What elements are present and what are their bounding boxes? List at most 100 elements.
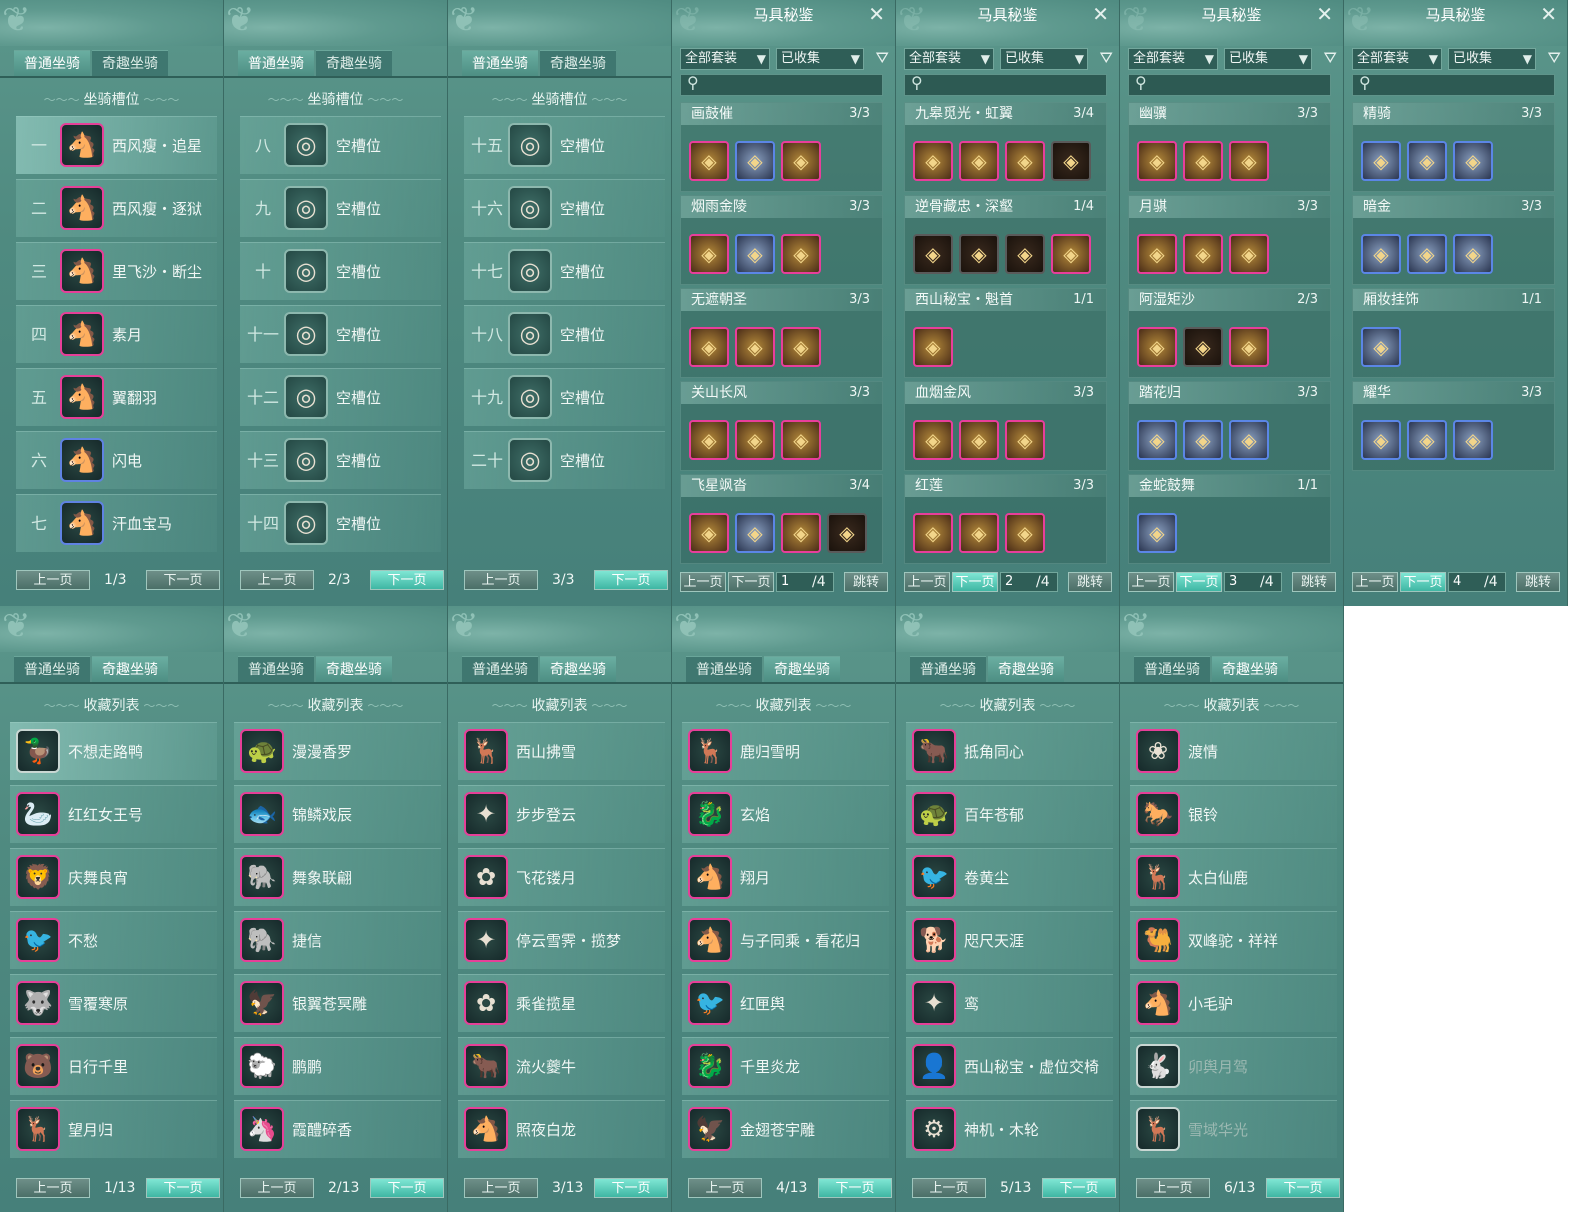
saddle-piece-icon[interactable]: ◈ xyxy=(959,141,999,181)
fun-mount-row[interactable]: 🐦 红匣舆 xyxy=(682,974,889,1032)
tab-normal-mounts[interactable]: 普通坐骑 xyxy=(14,656,90,683)
fun-mount-row[interactable]: 🦌 西山拂雪 xyxy=(458,722,665,780)
mount-slot-row[interactable]: 十 ◎ 空槽位 xyxy=(240,242,441,300)
saddle-piece-icon[interactable]: ◈ xyxy=(1453,141,1493,181)
set-filter-dropdown[interactable]: 全部套装 ▼ xyxy=(1352,48,1442,70)
fun-mount-row[interactable]: 🐉 千里炎龙 xyxy=(682,1037,889,1095)
saddle-piece-icon[interactable]: ◈ xyxy=(1137,234,1177,274)
fun-mount-row[interactable]: 🐴 翔月 xyxy=(682,848,889,906)
next-page-button[interactable]: 下一页 xyxy=(370,1178,444,1198)
saddle-piece-icon[interactable]: ◈ xyxy=(959,420,999,460)
saddle-piece-icon[interactable]: ◈ xyxy=(781,234,821,274)
collected-filter-dropdown[interactable]: 已收集 ▼ xyxy=(776,48,864,70)
saddle-piece-icon[interactable]: ◈ xyxy=(689,234,729,274)
fun-mount-row[interactable]: 🐦 卷黄尘 xyxy=(906,848,1113,906)
fun-mount-row[interactable]: 🐺 雪覆寒原 xyxy=(10,974,217,1032)
saddle-piece-icon[interactable]: ◈ xyxy=(1229,141,1269,181)
next-page-button[interactable]: 下一页 xyxy=(370,570,444,590)
prev-page-button[interactable]: 上一页 xyxy=(16,1178,90,1198)
prev-page-button[interactable]: 上一页 xyxy=(688,1178,762,1198)
tab-fun-mounts[interactable]: 奇趣坐骑 xyxy=(988,656,1064,683)
fun-mount-row[interactable]: 🐇 卯舆月驾 xyxy=(1130,1037,1337,1095)
saddle-piece-icon[interactable]: ◈ xyxy=(1361,141,1401,181)
tab-fun-mounts[interactable]: 奇趣坐骑 xyxy=(316,656,392,683)
saddle-piece-icon[interactable]: ◈ xyxy=(781,141,821,181)
fun-mount-row[interactable]: 🦌 太白仙鹿 xyxy=(1130,848,1337,906)
fun-mount-row[interactable]: 🐢 百年苍郁 xyxy=(906,785,1113,843)
fun-mount-row[interactable]: 🦌 鹿归雪明 xyxy=(682,722,889,780)
saddle-piece-icon[interactable]: ◈ xyxy=(1229,327,1269,367)
fun-mount-row[interactable]: 🐘 捷信 xyxy=(234,911,441,969)
saddle-piece-icon[interactable]: ◈ xyxy=(1183,141,1223,181)
close-icon[interactable]: ✕ xyxy=(1316,2,1333,26)
fun-mount-row[interactable]: ✦ 停云雪霁・揽梦 xyxy=(458,911,665,969)
saddle-piece-icon[interactable]: ◈ xyxy=(1137,420,1177,460)
saddle-piece-icon[interactable]: ◈ xyxy=(1407,420,1447,460)
set-filter-dropdown[interactable]: 全部套装 ▼ xyxy=(1128,48,1218,70)
saddle-piece-icon[interactable]: ◈ xyxy=(913,141,953,181)
tab-fun-mounts[interactable]: 奇趣坐骑 xyxy=(1212,656,1288,683)
next-page-button[interactable]: 下一页 xyxy=(952,572,998,592)
saddle-piece-icon[interactable]: ◈ xyxy=(1005,141,1045,181)
fun-mount-row[interactable]: 🐟 锦鳞戏辰 xyxy=(234,785,441,843)
mount-slot-row[interactable]: 十八 ◎ 空槽位 xyxy=(464,305,665,363)
saddle-piece-icon[interactable]: ◈ xyxy=(913,420,953,460)
fun-mount-row[interactable]: 🐫 双峰驼・祥祥 xyxy=(1130,911,1337,969)
fun-mount-row[interactable]: 🐑 鹏鹏 xyxy=(234,1037,441,1095)
prev-page-button[interactable]: 上一页 xyxy=(16,570,90,590)
mount-slot-row[interactable]: 十六 ◎ 空槽位 xyxy=(464,179,665,237)
fun-mount-row[interactable]: ✦ 鸾 xyxy=(906,974,1113,1032)
close-icon[interactable]: ✕ xyxy=(1540,2,1557,26)
fun-mount-row[interactable]: 🐂 抵角同心 xyxy=(906,722,1113,780)
filter-funnel-icon[interactable]: ⛛ xyxy=(1548,48,1561,68)
tab-fun-mounts[interactable]: 奇趣坐骑 xyxy=(92,50,168,77)
mount-slot-row[interactable]: 十七 ◎ 空槽位 xyxy=(464,242,665,300)
saddle-piece-icon[interactable]: ◈ xyxy=(913,327,953,367)
saddle-piece-icon[interactable]: ◈ xyxy=(781,327,821,367)
mount-slot-row[interactable]: 四 🐴 素月 xyxy=(16,305,217,363)
mount-slot-row[interactable]: 十一 ◎ 空槽位 xyxy=(240,305,441,363)
search-input[interactable]: ⚲ xyxy=(904,73,1107,96)
saddle-piece-icon[interactable]: ◈ xyxy=(1407,141,1447,181)
mount-slot-row[interactable]: 十二 ◎ 空槽位 xyxy=(240,368,441,426)
saddle-piece-icon[interactable]: ◈ xyxy=(1453,234,1493,274)
mount-slot-row[interactable]: 二 🐴 西风瘦・逐狱 xyxy=(16,179,217,237)
saddle-piece-icon[interactable]: ◈ xyxy=(689,513,729,553)
saddle-piece-icon[interactable]: ◈ xyxy=(913,234,953,274)
saddle-piece-icon[interactable]: ◈ xyxy=(913,513,953,553)
mount-slot-row[interactable]: 九 ◎ 空槽位 xyxy=(240,179,441,237)
jump-button[interactable]: 跳转 xyxy=(1292,572,1336,592)
tab-normal-mounts[interactable]: 普通坐骑 xyxy=(686,656,762,683)
mount-slot-row[interactable]: 十四 ◎ 空槽位 xyxy=(240,494,441,552)
saddle-piece-icon[interactable]: ◈ xyxy=(689,420,729,460)
saddle-piece-icon[interactable]: ◈ xyxy=(1407,234,1447,274)
next-page-button[interactable]: 下一页 xyxy=(1400,572,1446,592)
saddle-piece-icon[interactable]: ◈ xyxy=(827,513,867,553)
saddle-piece-icon[interactable]: ◈ xyxy=(735,327,775,367)
tab-normal-mounts[interactable]: 普通坐骑 xyxy=(14,50,90,77)
filter-funnel-icon[interactable]: ⛛ xyxy=(876,48,889,68)
search-input[interactable]: ⚲ xyxy=(1128,73,1331,96)
saddle-piece-icon[interactable]: ◈ xyxy=(781,513,821,553)
mount-slot-row[interactable]: 五 🐴 翼翻羽 xyxy=(16,368,217,426)
saddle-piece-icon[interactable]: ◈ xyxy=(735,420,775,460)
saddle-piece-icon[interactable]: ◈ xyxy=(1183,234,1223,274)
mount-slot-row[interactable]: 十九 ◎ 空槽位 xyxy=(464,368,665,426)
saddle-piece-icon[interactable]: ◈ xyxy=(1051,234,1091,274)
prev-page-button[interactable]: 上一页 xyxy=(680,572,726,592)
mount-slot-row[interactable]: 一 🐴 西风瘦・追星 xyxy=(16,116,217,174)
fun-mount-row[interactable]: 🐦 不愁 xyxy=(10,911,217,969)
prev-page-button[interactable]: 上一页 xyxy=(464,1178,538,1198)
saddle-piece-icon[interactable]: ◈ xyxy=(959,234,999,274)
search-input[interactable]: ⚲ xyxy=(680,73,883,96)
next-page-button[interactable]: 下一页 xyxy=(1266,1178,1340,1198)
jump-button[interactable]: 跳转 xyxy=(1516,572,1560,592)
next-page-button[interactable]: 下一页 xyxy=(1042,1178,1116,1198)
saddle-piece-icon[interactable]: ◈ xyxy=(1361,234,1401,274)
fun-mount-row[interactable]: 🦅 银翼苍冥雕 xyxy=(234,974,441,1032)
mount-slot-row[interactable]: 十五 ◎ 空槽位 xyxy=(464,116,665,174)
mount-slot-row[interactable]: 七 🐴 汗血宝马 xyxy=(16,494,217,552)
saddle-piece-icon[interactable]: ◈ xyxy=(689,141,729,181)
prev-page-button[interactable]: 上一页 xyxy=(464,570,538,590)
saddle-piece-icon[interactable]: ◈ xyxy=(735,141,775,181)
